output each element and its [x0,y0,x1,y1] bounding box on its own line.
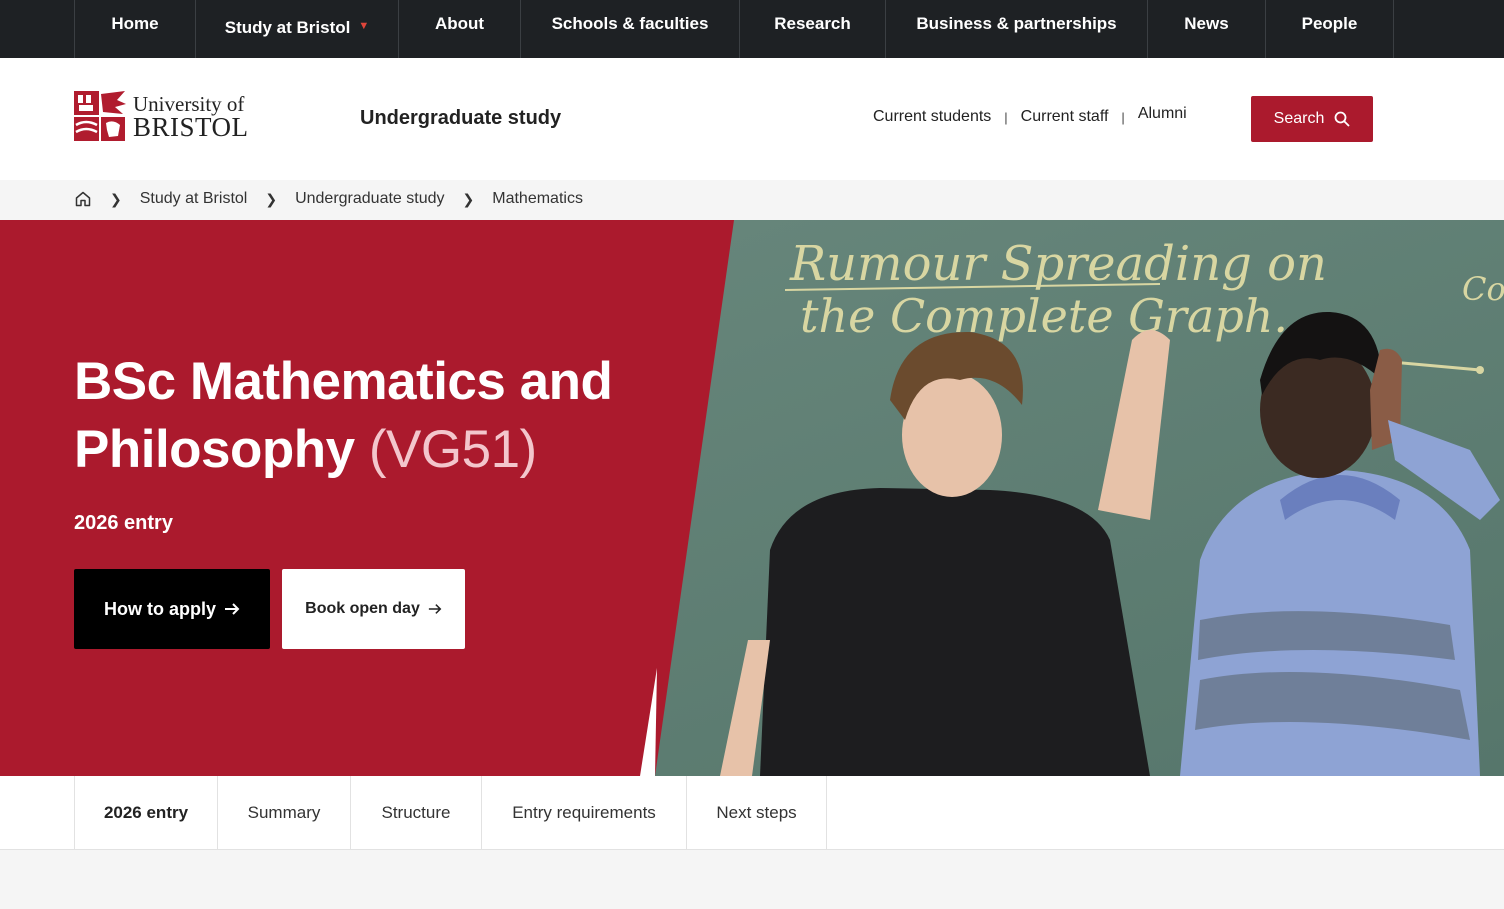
nav-home-label: Home [111,14,159,33]
nav-people[interactable]: People [1265,0,1393,58]
chevron-right-icon: ❯ [462,190,475,207]
breadcrumb-undergraduate-study[interactable]: Undergraduate study [295,190,444,208]
search-button-label: Search [1273,110,1325,127]
how-to-apply-label: How to apply [104,598,216,619]
link-current-students[interactable]: Current students [873,108,991,126]
arrow-right-icon [428,604,442,614]
breadcrumb: ❯ Study at Bristol ❯ Undergraduate study… [0,180,1504,220]
nav-home[interactable]: Home [74,0,195,58]
tab-label: Structure [381,803,451,822]
nav-study-label: Study at Bristol [224,18,351,37]
breadcrumb-current-page: Mathematics [492,190,583,207]
nav-research[interactable]: Research [739,0,885,58]
nav-research-label: Research [774,14,851,33]
nav-schools-faculties[interactable]: Schools & faculties [520,0,739,58]
tab-label: Summary [247,803,321,822]
chevron-right-icon: ❯ [265,190,278,207]
tab-structure[interactable]: Structure [350,776,481,850]
course-hero: Rumour Spreading on the Complete Graph. … [0,220,1504,776]
crest-icon [74,91,126,141]
nav-people-label: People [1301,14,1358,33]
nav-news-label: News [1184,14,1229,33]
nav-business-partnerships[interactable]: Business & partnerships [885,0,1147,58]
utility-links: Current students | Current staff | Alumn… [873,105,1187,126]
course-title: BSc Mathematics and Philosophy (VG51) [74,348,694,484]
global-nav: Home Study at Bristol ▼ About Schools & f… [0,0,1504,58]
course-tabs: 2026 entry Summary Structure Entry requi… [0,776,1504,850]
nav-schools-label: Schools & faculties [551,14,709,33]
breadcrumb-study-at-bristol[interactable]: Study at Bristol [140,190,248,208]
tab-label: 2026 entry [103,803,189,822]
tab-entry-requirements[interactable]: Entry requirements [481,776,686,850]
search-button[interactable]: Search [1251,96,1373,142]
chevron-down-icon: ▼ [358,20,370,32]
nav-business-label: Business & partnerships [916,14,1117,33]
separator: | [1004,109,1008,125]
nav-study-at-bristol[interactable]: Study at Bristol ▼ [195,0,398,58]
tab-label: Entry requirements [512,803,656,822]
hero-red-panel [0,220,734,776]
tab-summary[interactable]: Summary [217,776,350,850]
tab-2026-entry[interactable]: 2026 entry [74,776,217,850]
tab-label: Next steps [716,803,797,822]
university-logo[interactable]: University of BRISTOL [73,90,249,142]
link-current-staff[interactable]: Current staff [1021,108,1109,126]
nav-about-label: About [434,14,485,33]
course-code: (VG51) [368,420,537,479]
search-icon [1334,111,1350,127]
arrow-right-icon [225,603,240,615]
nav-news[interactable]: News [1147,0,1265,58]
chevron-right-icon: ❯ [110,190,122,207]
how-to-apply-button[interactable]: How to apply [74,569,270,649]
book-open-day-label: Book open day [305,600,420,617]
separator: | [1121,109,1125,125]
site-title[interactable]: Undergraduate study [360,107,561,130]
site-header: University of BRISTOL Undergraduate stud… [0,58,1504,180]
home-icon[interactable] [74,190,92,208]
entry-year: 2026 entry [74,512,173,534]
link-alumni[interactable]: Alumni [1138,105,1187,123]
nav-about[interactable]: About [398,0,520,58]
logo-line2: BRISTOL [133,111,249,142]
book-open-day-button[interactable]: Book open day [282,569,465,649]
tab-next-steps[interactable]: Next steps [686,776,826,850]
